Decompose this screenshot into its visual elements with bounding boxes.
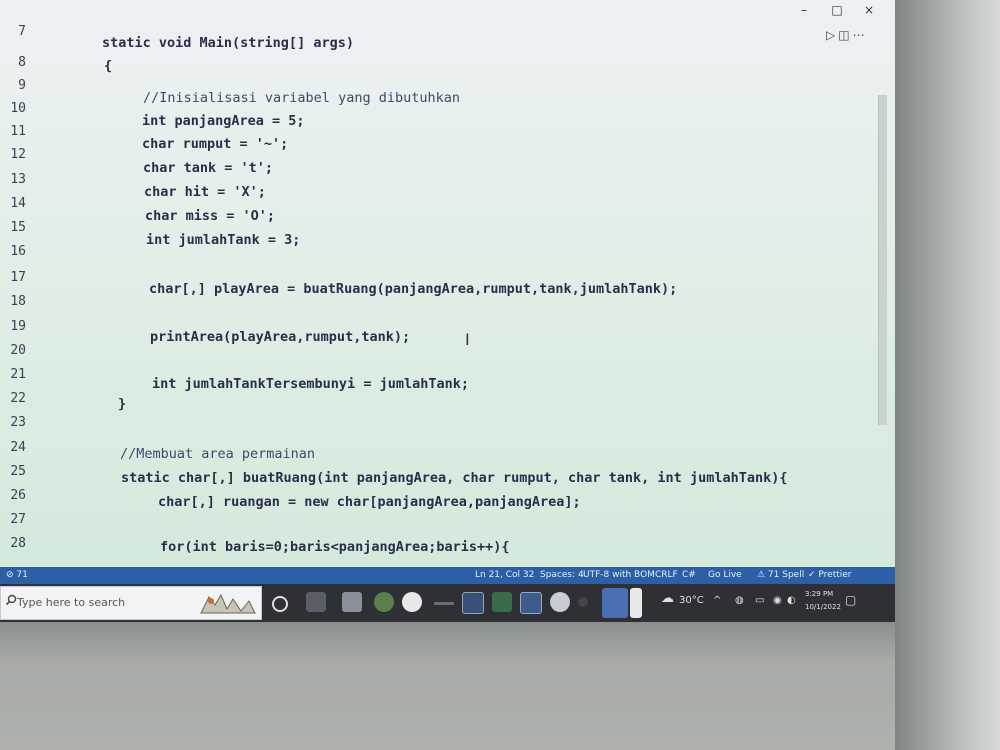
chrome-icon[interactable] — [374, 592, 394, 612]
search-placeholder: Type here to search — [17, 596, 126, 609]
widgets-icon[interactable] — [306, 592, 326, 612]
text-cursor-icon: I — [465, 330, 470, 349]
code-line: char tank = 't'; — [143, 160, 274, 176]
app-icon[interactable] — [492, 592, 512, 612]
file-explorer-icon[interactable] — [342, 592, 362, 612]
code-line: printArea(playArea,rumput,tank); — [150, 329, 411, 345]
status-spaces[interactable]: Spaces: 4 — [540, 567, 584, 584]
app-icon[interactable] — [550, 592, 570, 612]
code-line: static void Main(string[] args) — [102, 35, 354, 51]
clock-time[interactable]: 3:29 PM — [805, 590, 833, 598]
status-golive[interactable]: Go Live — [708, 567, 742, 584]
code-line: char rumput = '~'; — [142, 136, 289, 152]
projected-screen: – □ × ▷◫⋯ 7 8 9 10 11 12 13 14 15 16 17 … — [0, 0, 895, 622]
search-icon — [5, 594, 17, 606]
code-line: int jumlahTankTersembunyi = jumlahTank; — [152, 376, 469, 392]
code-line: static char[,] buatRuang(int panjangArea… — [121, 470, 788, 486]
status-spell[interactable]: ⚠ 71 Spell — [757, 567, 804, 584]
code-line: int jumlahTank = 3; — [146, 232, 301, 248]
status-encoding[interactable]: UTF-8 with BOM — [583, 567, 655, 584]
vscode-icon[interactable] — [602, 588, 628, 618]
weather-icon[interactable]: ☁ — [661, 591, 674, 606]
code-line: int panjangArea = 5; — [142, 113, 305, 129]
battery-icon[interactable]: ▭ — [755, 595, 764, 606]
status-eol[interactable]: CRLF — [655, 567, 678, 584]
search-highlight-illustration-icon — [200, 593, 256, 614]
notification-icon[interactable]: ▢ — [845, 593, 856, 607]
status-prettier[interactable]: ✓ Prettier — [808, 567, 852, 584]
clock-date[interactable]: 10/1/2022 — [805, 603, 841, 611]
status-cursor-position[interactable]: Ln 21, Col 32 — [475, 567, 534, 584]
code-comment: //Inisialisasi variabel yang dibutuhkan — [143, 90, 460, 106]
minimized-app-icon[interactable] — [434, 602, 454, 605]
status-language[interactable]: C# — [682, 567, 696, 584]
network-icon[interactable]: ◍ — [735, 595, 744, 606]
app-icon[interactable] — [462, 592, 484, 614]
task-view-icon[interactable] — [272, 596, 288, 612]
code-editor[interactable]: static void Main(string[] args) { //Inis… — [0, 0, 895, 570]
code-line: for(int baris=0;baris<panjangArea;baris+… — [160, 539, 510, 555]
projection-wall-right — [895, 0, 1000, 750]
taskbar: Type here to search ☁ 30°C ^ ◍ ▭ ◉ ◐ 3:2… — [0, 584, 895, 622]
app-icon[interactable] — [578, 597, 588, 607]
code-line: } — [118, 396, 127, 412]
onedrive-icon[interactable]: ◉ — [773, 595, 782, 606]
code-comment: //Membuat area permainan — [120, 446, 316, 462]
projection-wall-bottom — [0, 622, 895, 750]
taskbar-search[interactable]: Type here to search — [0, 586, 262, 620]
editor-scrollbar[interactable] — [878, 95, 887, 425]
status-branch[interactable]: ⊘ 71 — [6, 567, 28, 584]
weather-temperature[interactable]: 30°C — [679, 595, 704, 606]
code-line: { — [104, 58, 113, 74]
code-line: char[,] playArea = buatRuang(panjangArea… — [149, 281, 678, 297]
volume-icon[interactable]: ◐ — [787, 595, 796, 606]
app-icon[interactable] — [520, 592, 542, 614]
media-player-icon[interactable] — [402, 592, 422, 612]
code-line: char[,] ruangan = new char[panjangArea,p… — [158, 494, 581, 510]
code-line: char miss = 'O'; — [145, 208, 276, 224]
app-icon[interactable] — [630, 588, 642, 618]
code-line: char hit = 'X'; — [144, 184, 266, 200]
show-hidden-icons-icon[interactable]: ^ — [713, 595, 721, 606]
status-bar: ⊘ 71 Ln 21, Col 32 Spaces: 4 UTF-8 with … — [0, 567, 895, 584]
